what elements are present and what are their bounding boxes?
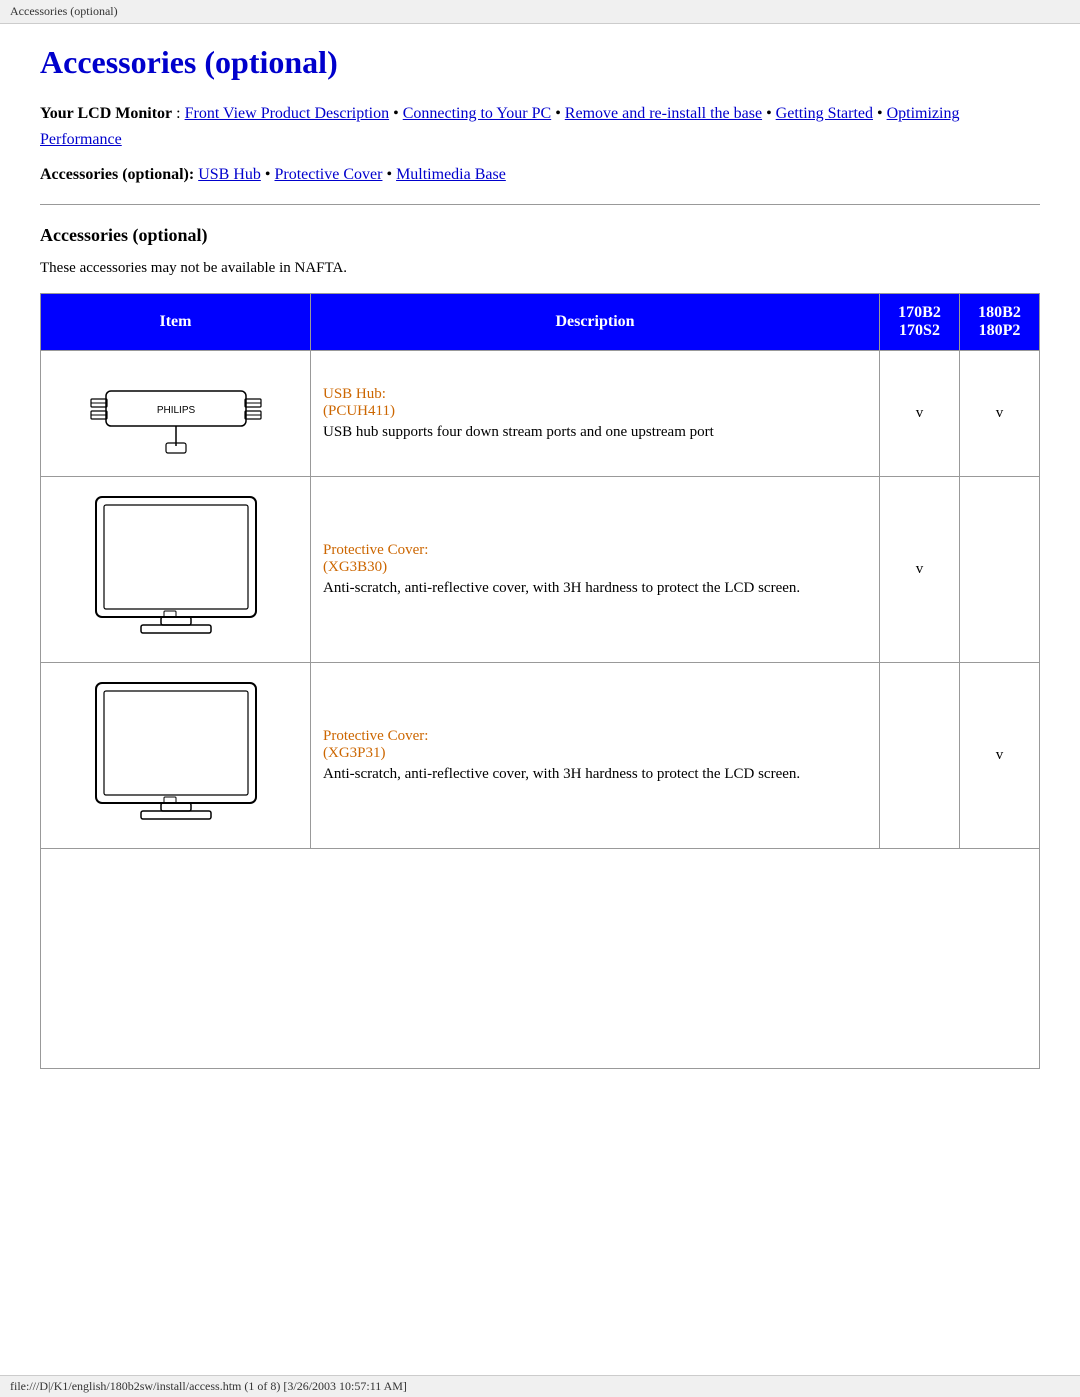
- accessories-label: Accessories (optional):: [40, 166, 194, 183]
- item-cell-cover-xg3p31: [41, 662, 311, 848]
- breadcrumb-label: Your LCD Monitor: [40, 105, 172, 122]
- intro-text: These accessories may not be available i…: [40, 260, 1040, 277]
- desc-body-usb-hub: USB hub supports four down stream ports …: [323, 424, 867, 441]
- item-cell-cover-xg3b30: [41, 476, 311, 662]
- section-divider: [40, 204, 1040, 205]
- desc-title-cover-xg3p31: Protective Cover:(XG3P31): [323, 728, 867, 762]
- browser-title-bar: Accessories (optional): [0, 0, 1080, 24]
- desc-cell-cover-xg3p31: Protective Cover:(XG3P31) Anti-scratch, …: [311, 662, 880, 848]
- breadcrumb: Your LCD Monitor : Front View Product De…: [40, 101, 1040, 152]
- desc-body-cover-xg3b30: Anti-scratch, anti-reflective cover, wit…: [323, 580, 867, 597]
- table-row: Protective Cover:(XG3P31) Anti-scratch, …: [41, 662, 1040, 848]
- svg-text:PHILIPS: PHILIPS: [156, 405, 195, 416]
- col-header-item: Item: [41, 293, 311, 350]
- col1-usb-hub: v: [880, 350, 960, 476]
- bullet-3: •: [766, 105, 776, 122]
- bullet-2: •: [555, 105, 565, 122]
- col2-usb-hub: v: [960, 350, 1040, 476]
- breadcrumb-link-front-view[interactable]: Front View Product Description: [185, 105, 390, 122]
- acc-link-protective-cover[interactable]: Protective Cover: [274, 166, 382, 183]
- col-header-description: Description: [311, 293, 880, 350]
- table-bottom-spacer: [40, 849, 1040, 1069]
- usb-hub-image: PHILIPS: [76, 361, 276, 461]
- breadcrumb-link-getting-started[interactable]: Getting Started: [776, 105, 873, 122]
- item-cell-usb-hub: PHILIPS: [41, 350, 311, 476]
- col1-cover-xg3b30: v: [880, 476, 960, 662]
- col-header-180: 180B2180P2: [960, 293, 1040, 350]
- desc-cell-cover-xg3b30: Protective Cover:(XG3B30) Anti-scratch, …: [311, 476, 880, 662]
- acc-bullet-2: •: [386, 166, 396, 183]
- table-row: PHILIPS USB Hub:(PCUH411) USB hub suppor…: [41, 350, 1040, 476]
- status-bar-text: file:///D|/K1/english/180b2sw/install/ac…: [10, 1379, 407, 1393]
- col2-cover-xg3p31: v: [960, 662, 1040, 848]
- bullet-1: •: [393, 105, 403, 122]
- acc-link-multimedia-base[interactable]: Multimedia Base: [396, 166, 506, 183]
- bullet-4: •: [877, 105, 887, 122]
- breadcrumb-separator: :: [176, 105, 184, 122]
- section-heading: Accessories (optional): [40, 225, 1040, 246]
- desc-title-cover-xg3b30: Protective Cover:(XG3B30): [323, 542, 867, 576]
- col2-cover-xg3b30: [960, 476, 1040, 662]
- accessories-links-section: Accessories (optional): USB Hub • Protec…: [40, 162, 1040, 188]
- acc-link-usb-hub[interactable]: USB Hub: [198, 166, 261, 183]
- table-row: Protective Cover:(XG3B30) Anti-scratch, …: [41, 476, 1040, 662]
- monitor-cover-xg3b30-image: [76, 487, 276, 647]
- col1-cover-xg3p31: [880, 662, 960, 848]
- desc-body-cover-xg3p31: Anti-scratch, anti-reflective cover, wit…: [323, 766, 867, 783]
- table-header-row: Item Description 170B2170S2 180B2180P2: [41, 293, 1040, 350]
- breadcrumb-link-remove[interactable]: Remove and re-install the base: [565, 105, 762, 122]
- col-header-170: 170B2170S2: [880, 293, 960, 350]
- monitor-cover-xg3p31-image: [76, 673, 276, 833]
- page-title: Accessories (optional): [40, 44, 1040, 81]
- page-content: Accessories (optional) Your LCD Monitor …: [0, 24, 1080, 1109]
- accessories-table: Item Description 170B2170S2 180B2180P2: [40, 293, 1040, 849]
- breadcrumb-link-connecting[interactable]: Connecting to Your PC: [403, 105, 551, 122]
- browser-title-text: Accessories (optional): [10, 4, 118, 18]
- desc-cell-usb-hub: USB Hub:(PCUH411) USB hub supports four …: [311, 350, 880, 476]
- status-bar: file:///D|/K1/english/180b2sw/install/ac…: [0, 1375, 1080, 1397]
- desc-title-usb-hub: USB Hub:(PCUH411): [323, 386, 867, 420]
